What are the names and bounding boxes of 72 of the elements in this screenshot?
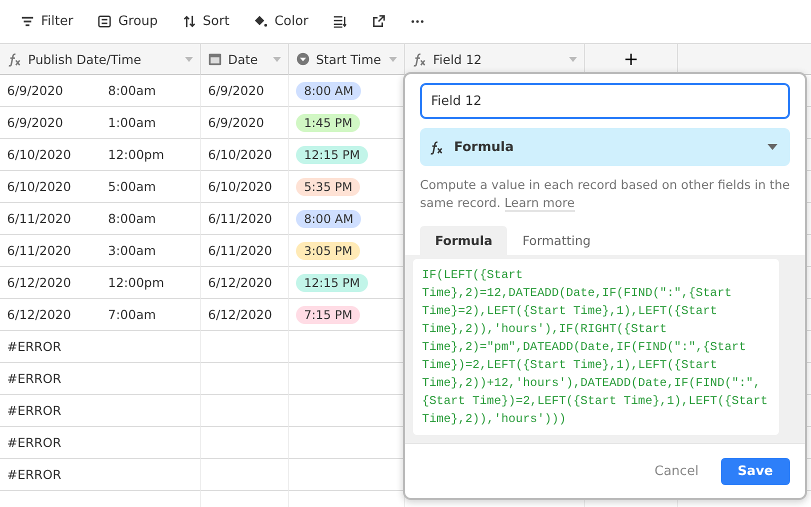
column-title: Date [228, 52, 259, 66]
field-name-input[interactable]: Field 12 [420, 83, 790, 119]
column-title: Publish Date/Time [28, 52, 142, 66]
toolbar-button[interactable]: Sort [174, 10, 238, 33]
column-header[interactable]: Date [201, 44, 289, 75]
table-cell: 6/10/2020 [208, 147, 272, 162]
table-cell-text: #ERROR [7, 435, 62, 450]
cancel-button[interactable]: Cancel [646, 458, 707, 484]
table-cell-text: #ERROR [7, 467, 62, 482]
column-title: Field 12 [433, 52, 483, 66]
table-cell-text: #ERROR [7, 371, 62, 386]
table-cell: 12:00pm [108, 275, 164, 290]
column-header[interactable]: Start Time [289, 44, 405, 75]
table-cell-text: #ERROR [7, 339, 62, 354]
time-tag: 8:00 AM [296, 82, 362, 100]
table-cell-text: 6/10/2020 [7, 147, 72, 162]
tab[interactable]: Formatting [507, 226, 606, 255]
time-tag: 5:35 PM [296, 178, 360, 196]
time-tag: 3:05 PM [296, 242, 360, 260]
sort-icon [182, 14, 197, 29]
table-cell: 8:00am [108, 83, 156, 98]
time-tag: 12:15 PM [296, 146, 368, 164]
table-cell: 1:00am [108, 115, 156, 130]
function-icon [7, 52, 22, 66]
table-cell-text: 6/9/2020 [7, 83, 64, 98]
table-cell: 6/12/2020 [208, 307, 272, 322]
table-cell: 8:00am [108, 211, 156, 226]
table-cell: 6/12/2020 [208, 275, 272, 290]
table-cell: 6/11/2020 [208, 211, 272, 226]
table-cell-text: 6/10/2020 [7, 179, 72, 194]
column-header[interactable]: Publish Date/Time [0, 44, 201, 75]
save-button[interactable]: Save [720, 458, 790, 484]
time-tag: 8:00 AM [296, 210, 362, 228]
field-description: Compute a value in each record based on other fields in the same record. Learn more [420, 177, 790, 212]
table-cell: 6/10/2020 [208, 179, 272, 194]
table-cell: 7:00am [108, 307, 156, 322]
table-cell: 6/9/2020 [208, 83, 264, 98]
table-cell-text: 6/11/2020 [7, 211, 72, 226]
time-tag: 1:45 PM [296, 114, 360, 132]
toolbar-button[interactable]: Group [89, 10, 166, 33]
function-icon [412, 52, 427, 66]
caret-icon[interactable] [185, 55, 193, 63]
table-cell-text: 6/11/2020 [7, 243, 72, 258]
dropdown-icon [296, 52, 310, 66]
column-header[interactable]: Field 12 [405, 44, 585, 75]
table-cell: 6/11/2020 [208, 243, 272, 258]
table-cell-text: 6/12/2020 [7, 307, 72, 322]
add-column-button[interactable]: + [585, 44, 678, 75]
table-cell-text: 6/12/2020 [7, 275, 72, 290]
calendar-icon [208, 52, 222, 66]
paint-bucket-icon [253, 14, 268, 29]
field-type-dropdown[interactable]: Formula [420, 128, 790, 166]
learn-more-link[interactable]: Learn more [504, 196, 575, 212]
caret-icon [767, 143, 778, 151]
table-cell: 6/9/2020 [208, 115, 264, 130]
table-cell: 12:00pm [108, 147, 164, 162]
caret-icon[interactable] [569, 55, 577, 63]
caret-icon[interactable] [389, 55, 397, 63]
filter-icon [20, 14, 35, 29]
tab[interactable]: Formula [420, 226, 508, 255]
table-cell: 3:00am [108, 243, 156, 258]
table-cell: 5:00am [108, 179, 156, 194]
time-tag: 7:15 PM [296, 306, 360, 324]
toolbar-button[interactable]: Filter [12, 10, 82, 33]
function-icon [429, 140, 444, 154]
column-title: Start Time [316, 52, 382, 66]
toolbar-button[interactable]: Color [245, 10, 316, 33]
caret-icon[interactable] [273, 55, 281, 63]
list-icon [97, 14, 112, 29]
time-tag: 12:15 PM [296, 274, 368, 292]
table-cell-text: 6/9/2020 [7, 115, 64, 130]
table-cell-text: #ERROR [7, 403, 62, 418]
